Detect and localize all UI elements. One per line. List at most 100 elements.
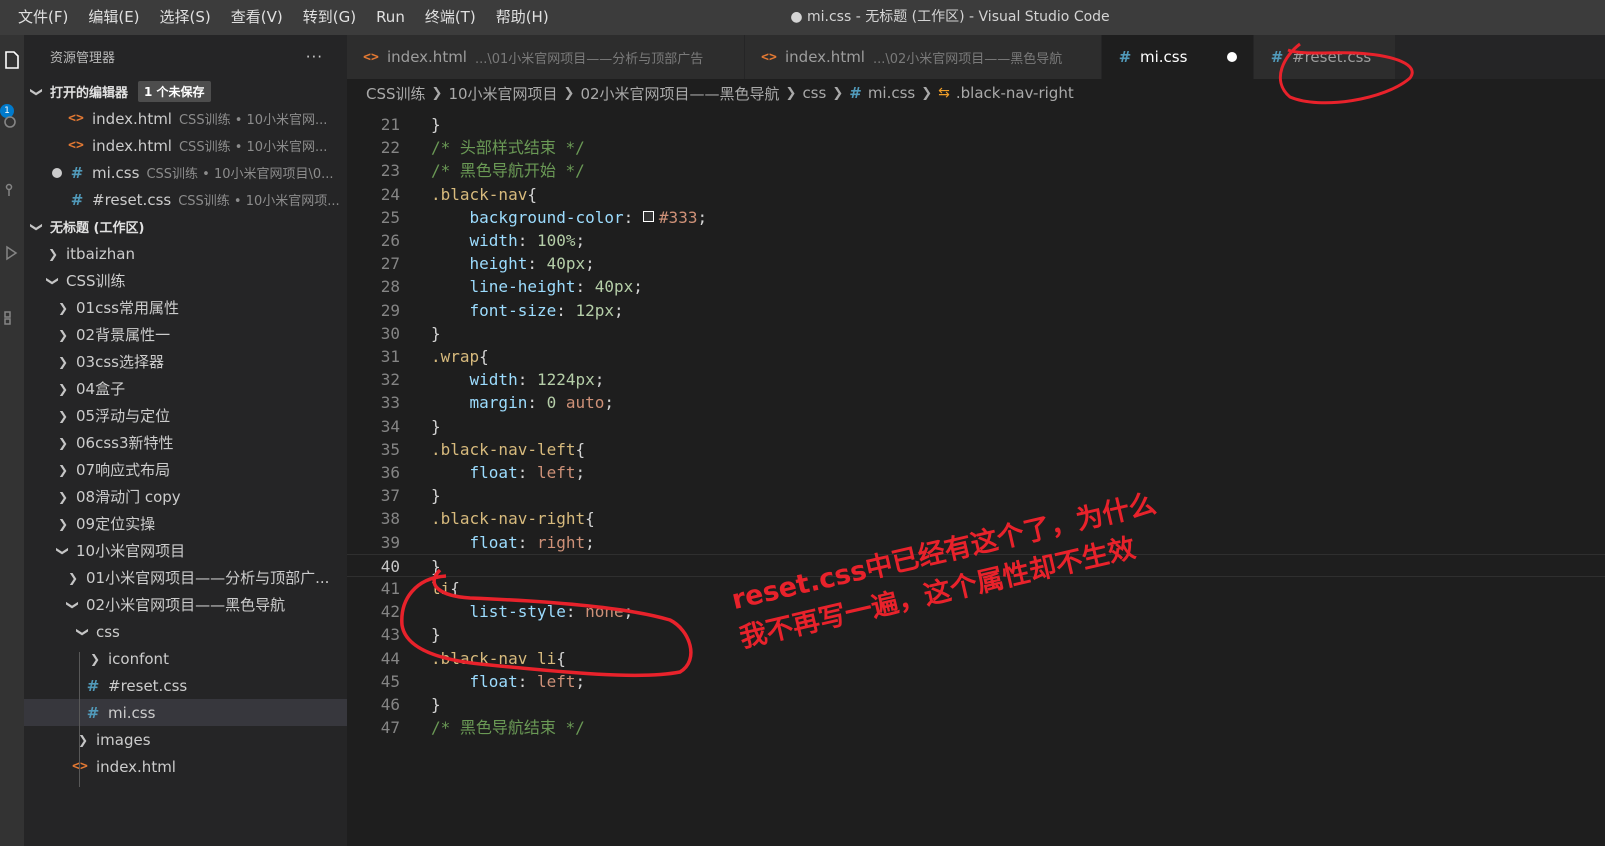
- tree-folder[interactable]: ❯ 09定位实操: [24, 510, 347, 537]
- breadcrumb-item[interactable]: .black-nav-right: [956, 84, 1074, 102]
- open-editor-item[interactable]: # mi.css CSS训练 • 10小米官网项目\0...: [24, 159, 347, 186]
- tree-folder[interactable]: ❯ 05浮动与定位: [24, 402, 347, 429]
- more-actions-icon[interactable]: ···: [306, 48, 323, 66]
- breadcrumb: CSS训练 ❯ 10小米官网项目 ❯ 02小米官网项目——黑色导航 ❯ css ❯ # m…: [347, 79, 1605, 107]
- code-line[interactable]: 46}: [347, 693, 1605, 716]
- run-debug-icon[interactable]: [0, 238, 24, 268]
- tree-folder-css-training[interactable]: ❯ CSS训练: [24, 267, 347, 294]
- chevron-right-icon: ❯: [785, 85, 797, 101]
- code-text: .black-nav-left{: [431, 439, 586, 459]
- tree-folder[interactable]: ❯ 02小米官网项目——黑色导航: [24, 591, 347, 618]
- breadcrumb-item[interactable]: CSS训练: [366, 83, 426, 104]
- code-line[interactable]: 47 /* 黑色导航结束 */: [347, 716, 1605, 739]
- tab-reset-css[interactable]: # #reset.css: [1254, 35, 1396, 79]
- unsaved-dot-icon[interactable]: [1227, 52, 1238, 62]
- code-line[interactable]: 23 /* 黑色导航开始 */: [347, 159, 1605, 182]
- source-control-icon[interactable]: [0, 175, 24, 205]
- code-line[interactable]: 44 .black-nav li{: [347, 647, 1605, 670]
- breadcrumb-item[interactable]: css: [802, 84, 826, 102]
- code-line[interactable]: 43}: [347, 623, 1605, 646]
- menu-view[interactable]: 查看(V): [221, 0, 293, 35]
- code-line[interactable]: 25 background-color: #333;: [347, 206, 1605, 229]
- tree-folder[interactable]: ❯ 01css常用属性: [24, 294, 347, 321]
- tree-folder[interactable]: ❯ 03css选择器: [24, 348, 347, 375]
- chevron-down-icon: ❯: [46, 275, 60, 286]
- code-line[interactable]: 30}: [347, 322, 1605, 345]
- chevron-down-icon: ❯: [66, 599, 80, 610]
- tree-file[interactable]: <> index.html: [24, 753, 347, 780]
- tree-folder[interactable]: ❯ 06css3新特性: [24, 429, 347, 456]
- code-line[interactable]: 21}: [347, 113, 1605, 136]
- code-text: float: right;: [469, 532, 595, 552]
- code-text: /* 黑色导航结束 */: [431, 718, 585, 738]
- open-editor-desc: CSS训练 • 10小米官网项目\0...: [146, 167, 334, 182]
- chevron-down-icon: ❯: [30, 86, 44, 97]
- tree-folder[interactable]: ❯ images: [24, 726, 347, 753]
- file-label: mi.css: [108, 703, 156, 722]
- chevron-down-icon: ❯: [76, 626, 90, 637]
- tree-folder[interactable]: ❯ 01小米官网项目——分析与顶部广...: [24, 564, 347, 591]
- code-line[interactable]: 33 margin: 0 auto;: [347, 391, 1605, 414]
- tree-folder[interactable]: ❯ 07响应式布局: [24, 456, 347, 483]
- menu-file[interactable]: 文件(F): [0, 0, 78, 35]
- code-line[interactable]: 36 float: left;: [347, 461, 1605, 484]
- menu-go[interactable]: 转到(G): [293, 0, 366, 35]
- code-line[interactable]: 24 .black-nav{: [347, 183, 1605, 206]
- open-editor-item[interactable]: <> index.html CSS训练 • 10小米官网...: [24, 105, 347, 132]
- tab-mi-css[interactable]: # mi.css: [1102, 35, 1254, 79]
- explorer-icon[interactable]: [0, 45, 24, 75]
- tree-folder[interactable]: ❯ iconfont: [24, 645, 347, 672]
- tree-folder-itbaizhan[interactable]: ❯ itbaizhan: [24, 240, 347, 267]
- extensions-icon[interactable]: [0, 303, 24, 333]
- code-text: float: left;: [469, 463, 586, 482]
- code-line[interactable]: 28 line-height: 40px;: [347, 275, 1605, 298]
- code-line[interactable]: 32 width: 1224px;: [347, 368, 1605, 391]
- menu-help[interactable]: 帮助(H): [486, 0, 559, 35]
- code-line[interactable]: 29 font-size: 12px;: [347, 299, 1605, 322]
- code-line[interactable]: 34}: [347, 415, 1605, 438]
- code-line[interactable]: 42 list-style: none;: [347, 600, 1605, 623]
- line-number: 28: [380, 277, 400, 297]
- menu-run[interactable]: Run: [366, 0, 415, 35]
- menu-selection[interactable]: 选择(S): [150, 0, 221, 35]
- tree-folder[interactable]: ❯ 02背景属性一: [24, 321, 347, 348]
- line-number: 35: [380, 439, 400, 459]
- css-file-icon: #: [86, 703, 100, 722]
- menu-terminal[interactable]: 终端(T): [415, 0, 486, 35]
- line-number: 46: [380, 695, 400, 714]
- search-icon[interactable]: [0, 107, 24, 137]
- open-editors-section[interactable]: ❯ 打开的编辑器 1 个未保存: [24, 78, 347, 105]
- tree-folder[interactable]: ❯ 10小米官网项目: [24, 537, 347, 564]
- open-editor-name: mi.css: [92, 163, 140, 182]
- code-line[interactable]: 27 height: 40px;: [347, 252, 1605, 275]
- tree-folder[interactable]: ❯ 04盒子: [24, 375, 347, 402]
- code-editor[interactable]: 21} 22/* 头部样式结束 */23/* 黑色导航开始 */24 .black-…: [347, 107, 1605, 846]
- css-file-icon: #: [70, 163, 84, 182]
- breadcrumb-item[interactable]: 10小米官网项目: [448, 83, 557, 104]
- code-line[interactable]: 26 width: 100%;: [347, 229, 1605, 252]
- chevron-right-icon: ❯: [57, 462, 69, 477]
- code-text: margin: 0 auto;: [469, 393, 615, 413]
- tree-folder[interactable]: ❯ css: [24, 618, 347, 645]
- tab-index-html-02[interactable]: <> index.html ...\02小米官网项目——黑色导航: [745, 35, 1102, 79]
- menu-edit[interactable]: 编辑(E): [78, 0, 149, 35]
- chevron-right-icon: ❯: [431, 85, 443, 101]
- workspace-section[interactable]: ❯ 无标题 (工作区): [24, 213, 347, 240]
- code-line[interactable]: 37}: [347, 484, 1605, 507]
- tree-file-selected[interactable]: # mi.css: [24, 699, 347, 726]
- breadcrumb-item[interactable]: mi.css: [868, 84, 915, 102]
- tree-file[interactable]: # #reset.css: [24, 672, 347, 699]
- folder-label: iconfont: [108, 649, 169, 668]
- breadcrumb-item[interactable]: 02小米官网项目——黑色导航: [580, 83, 779, 104]
- folder-label: 07响应式布局: [76, 461, 171, 479]
- folder-label: itbaizhan: [66, 244, 136, 263]
- code-line[interactable]: 22 /* 头部样式结束 */: [347, 136, 1605, 159]
- tab-index-html-01[interactable]: <> index.html ...\01小米官网项目——分析与顶部广告: [347, 35, 745, 79]
- code-line[interactable]: 45 float: left;: [347, 670, 1605, 693]
- tree-folder[interactable]: ❯ 08滑动门 copy: [24, 483, 347, 510]
- code-line[interactable]: 35 .black-nav-left{: [347, 438, 1605, 461]
- open-editor-item[interactable]: # #reset.css CSS训练 • 10小米官网项...: [24, 186, 347, 213]
- code-line[interactable]: 31 .wrap{: [347, 345, 1605, 368]
- open-editor-item[interactable]: <> index.html CSS训练 • 10小米官网...: [24, 132, 347, 159]
- unsaved-dot-icon[interactable]: [52, 168, 62, 178]
